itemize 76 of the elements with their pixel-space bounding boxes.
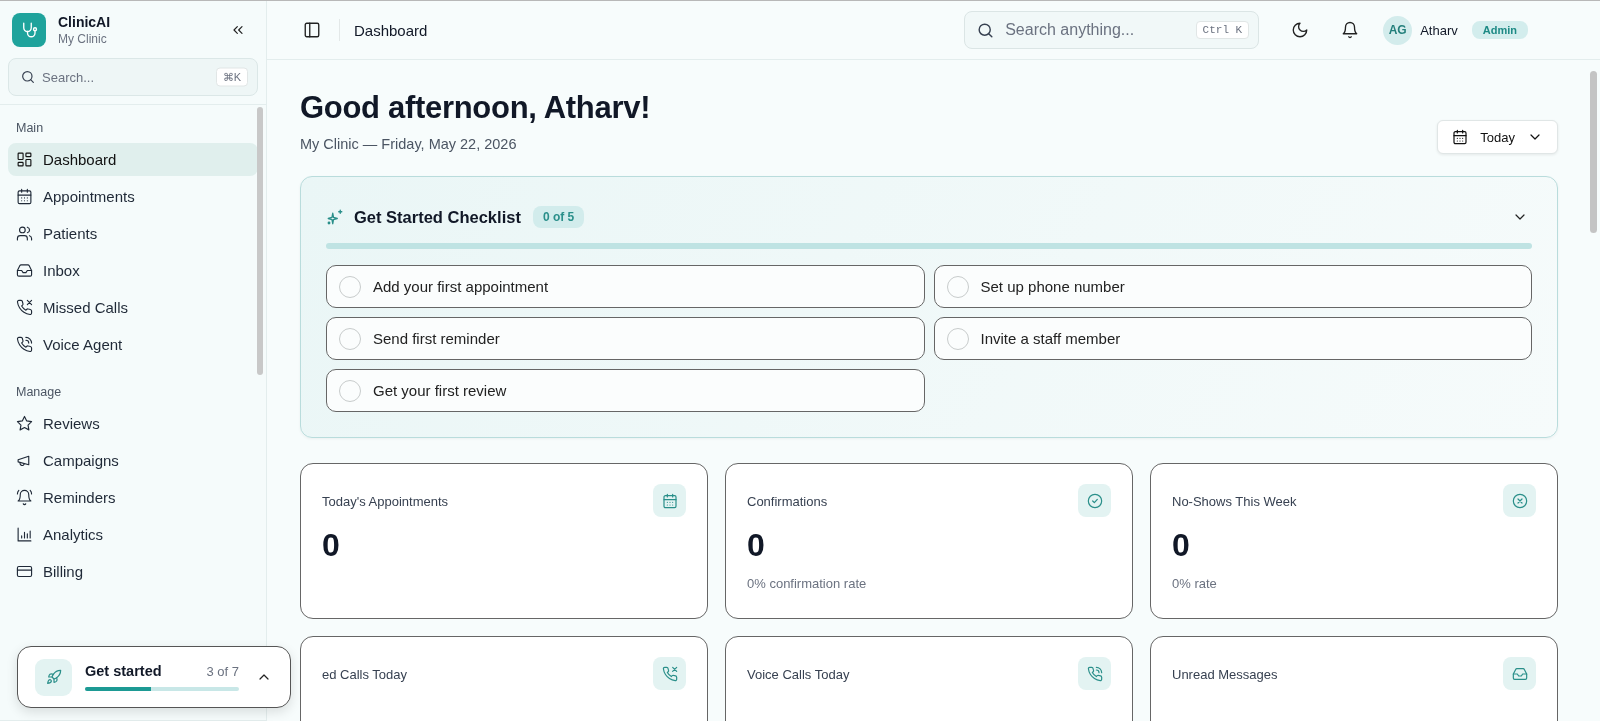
nav-item[interactable]: Voice Agent [8, 328, 258, 361]
stat-value: 0 [747, 527, 766, 564]
scrollbar[interactable] [257, 107, 263, 375]
checklist-item[interactable]: Get your first review [326, 369, 925, 412]
greeting-title: Good afternoon, Atharv! [300, 90, 652, 126]
x-circle-icon [1511, 492, 1528, 509]
bell-icon [1341, 21, 1360, 39]
stat-label: No-Shows This Week [1172, 494, 1297, 509]
nav-item[interactable]: Dashboard [8, 143, 258, 176]
checklist-item-label: Send first reminder [373, 330, 500, 347]
stat-label: Confirmations [747, 494, 828, 509]
checklist-title: Get Started Checklist [354, 207, 521, 227]
greeting-subtitle: My Clinic — Friday, May 22, 2026 [300, 136, 518, 152]
phone-icon [1086, 665, 1103, 682]
phone-icon [16, 336, 33, 353]
bell-icon [16, 489, 33, 506]
get-started-widget[interactable]: Get started 3 of 7 [17, 646, 291, 708]
stat-value: 0 [322, 527, 341, 564]
avatar[interactable]: AG [1383, 15, 1413, 45]
checklist-item-label: Get your first review [373, 382, 507, 399]
stat-label: Voice Calls Today [747, 667, 850, 682]
users-icon [16, 225, 33, 242]
nav-item[interactable]: Campaigns [8, 444, 258, 477]
bar-chart-icon [16, 526, 33, 543]
section-label: Manage [15, 385, 63, 399]
nav-item[interactable]: Patients [8, 217, 258, 250]
sparkles-icon [326, 208, 344, 226]
stat-label: Today's Appointments [322, 494, 449, 509]
shortcut-hint: Ctrl K [1195, 21, 1250, 39]
calendar-icon [1452, 129, 1469, 145]
date-filter-dropdown[interactable]: Today [1437, 120, 1558, 154]
widget-title: Get started [85, 663, 162, 679]
check-circle-icon [1086, 492, 1103, 509]
nav-item[interactable]: Missed Calls [8, 291, 258, 324]
section-label: Main [15, 121, 45, 135]
checklist-item[interactable]: Send first reminder [326, 317, 925, 360]
brand-name: ClinicAI [58, 14, 112, 30]
inbox-icon [1511, 665, 1528, 682]
stethoscope-icon [20, 21, 38, 39]
checklist-item[interactable]: Add your first appointment [326, 265, 925, 308]
grid-icon [16, 151, 33, 168]
checklist-item-label: Set up phone number [980, 278, 1125, 295]
sidebar-panel-icon [303, 21, 321, 39]
user-name: Atharv [1420, 22, 1458, 38]
stat-label: Unread Messages [1172, 667, 1278, 682]
inbox-icon [16, 262, 33, 279]
calendar-icon [661, 492, 678, 509]
shortcut-hint: ⌘K [215, 67, 248, 87]
progress-count: 3 of 7 [206, 664, 239, 679]
nav-item[interactable]: Reminders [8, 481, 258, 514]
stat-note: 0% confirmation rate [747, 576, 868, 591]
calendar-icon [16, 188, 33, 205]
moon-icon [1291, 21, 1310, 39]
role-badge: Admin [1471, 21, 1528, 39]
nav-item[interactable]: Analytics [8, 518, 258, 551]
nav-item[interactable]: Billing [8, 555, 258, 588]
nav-item[interactable]: Appointments [8, 180, 258, 213]
credit-card-icon [16, 563, 33, 580]
rocket-icon [45, 669, 62, 685]
checklist-item[interactable]: Set up phone number [933, 265, 1532, 308]
search-icon [20, 69, 36, 85]
stat-value: 0 [1172, 527, 1191, 564]
checklist-item-label: Invite a staff member [980, 330, 1121, 347]
checklist-item-label: Add your first appointment [373, 278, 549, 295]
stat-label: ed Calls Today [322, 667, 408, 682]
page-title: Dashboard [354, 21, 428, 39]
nav-item[interactable]: Inbox [8, 254, 258, 287]
phone-x-icon [661, 665, 678, 682]
checklist-item[interactable]: Invite a staff member [933, 317, 1532, 360]
stat-note: 0% rate [1172, 576, 1218, 591]
phone-x-icon [16, 299, 33, 316]
progress-count-badge: 0 of 5 [532, 206, 585, 228]
star-icon [16, 415, 33, 432]
clinic-name: My Clinic [58, 32, 108, 46]
scrollbar[interactable] [1590, 71, 1597, 233]
nav-item[interactable]: Reviews [8, 407, 258, 440]
